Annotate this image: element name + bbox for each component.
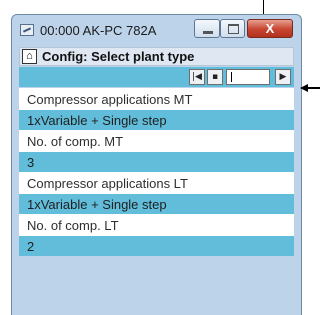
text-cursor	[231, 72, 232, 82]
close-button[interactable]: X	[247, 19, 293, 38]
page-header: ⌂ Config: Select plant type	[19, 47, 294, 66]
close-icon: X	[265, 21, 275, 36]
callout-arrowhead-right	[300, 84, 308, 92]
list-item-value[interactable]: 1xVariable + Single step	[19, 193, 294, 214]
page-title: Config: Select plant type	[42, 49, 195, 64]
settings-list: Compressor applications MT 1xVariable + …	[19, 88, 294, 256]
list-item-label: Compressor applications MT	[19, 88, 294, 109]
maximize-button[interactable]	[220, 19, 245, 38]
minimize-button[interactable]	[194, 19, 220, 38]
callout-line-right	[308, 87, 320, 89]
title-bar[interactable]: 00:000 AK-PC 782A X	[12, 15, 301, 45]
list-item-label: No. of comp. MT	[19, 130, 294, 151]
arrow-right-icon: ▶	[279, 72, 287, 82]
home-icon[interactable]: ⌂	[22, 49, 37, 64]
list-item-value[interactable]: 3	[19, 151, 294, 172]
app-window: 00:000 AK-PC 782A X ⌂ Config: Select pla…	[11, 14, 302, 315]
list-item-value[interactable]: 2	[19, 235, 294, 256]
skip-first-icon: |◀	[192, 72, 202, 82]
first-page-button[interactable]: |◀	[189, 69, 205, 85]
previous-page-button[interactable]: ▪	[207, 69, 223, 85]
window-title: 00:000 AK-PC 782A	[40, 23, 157, 38]
navigation-bar: |◀ ▪ ▶	[19, 67, 294, 87]
page-input-field[interactable]	[226, 69, 270, 85]
list-item-value[interactable]: 1xVariable + Single step	[19, 109, 294, 130]
app-icon	[20, 24, 34, 36]
list-item-label: Compressor applications LT	[19, 172, 294, 193]
list-item-label: No. of comp. LT	[19, 214, 294, 235]
minus-icon: ▪	[211, 72, 219, 82]
next-page-button[interactable]: ▶	[275, 69, 291, 85]
